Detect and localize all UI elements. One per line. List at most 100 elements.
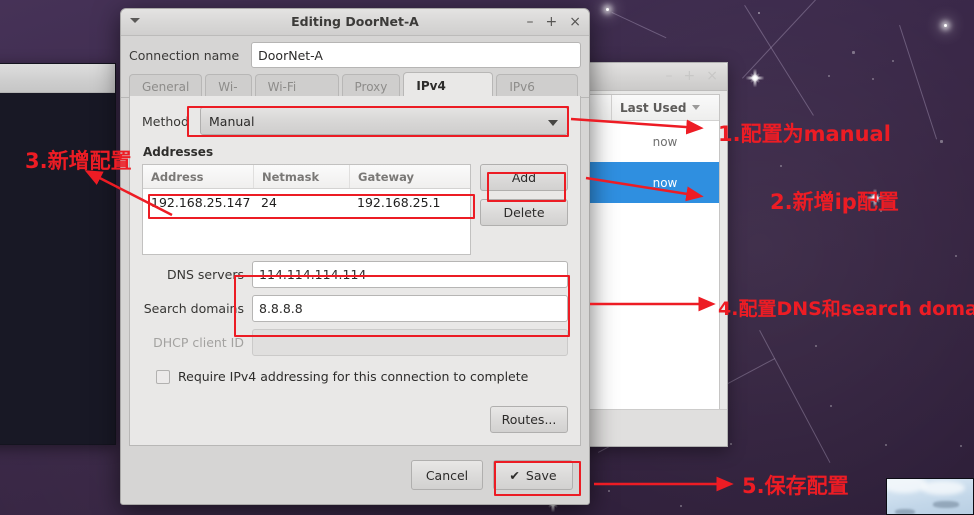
star — [880, 210, 882, 212]
terminal-line: 0 ms — [0, 336, 115, 353]
star — [608, 490, 610, 492]
close-icon[interactable]: × — [569, 14, 581, 30]
dns-servers-row: DNS servers — [142, 260, 568, 289]
nm-column-last-used-label: Last Used — [620, 100, 687, 115]
maximize-icon[interactable]: + — [684, 67, 696, 85]
constellation-line — [899, 25, 938, 140]
dhcp-client-id-input — [252, 329, 568, 356]
star — [892, 60, 894, 62]
search-domains-label: Search domains — [143, 301, 244, 316]
nm-window-buttons[interactable]: – + × — [666, 67, 718, 85]
star — [852, 51, 855, 54]
addresses-table[interactable]: Address Netmask Gateway 192.168.25.147 2… — [142, 164, 471, 255]
terminal-line: ms — [0, 183, 115, 200]
dialog-titlebar[interactable]: Editing DoorNet-A – + × — [121, 9, 589, 36]
dhcp-client-id-row: DHCP client ID — [142, 328, 568, 357]
method-row: Method Manual — [142, 106, 568, 136]
tab-ipv6-settings[interactable]: IPv6 Settings — [496, 74, 578, 118]
method-selected-value: Manual — [209, 113, 255, 129]
terminal-window[interactable]: ss ms 0 ms 0 ms ss ms 161 ms 958 ms ss 6… — [0, 63, 116, 445]
star-sparkle — [742, 65, 768, 91]
cell-netmask: 24 — [261, 194, 277, 210]
tab-proxy[interactable]: Proxy — [341, 74, 401, 98]
column-netmask[interactable]: Netmask — [253, 165, 349, 188]
page-title: Editing DoorNet-A — [291, 14, 419, 29]
routes-button[interactable]: Routes... — [490, 406, 568, 433]
column-address[interactable]: Address — [143, 165, 253, 188]
method-select[interactable]: Manual — [200, 107, 568, 135]
tab-ipv4-settings[interactable]: IPv4 Settings — [403, 72, 494, 119]
nm-item-last-used: now — [652, 175, 678, 190]
star — [815, 345, 817, 347]
star — [680, 505, 682, 507]
photo-thumbnail[interactable] — [886, 478, 974, 515]
close-icon[interactable]: × — [706, 67, 718, 85]
addresses-table-header: Address Netmask Gateway — [143, 165, 470, 189]
save-button[interactable]: ✔ Save — [493, 460, 573, 490]
star — [730, 443, 732, 445]
star — [780, 165, 782, 167]
minimize-icon[interactable]: – — [527, 14, 534, 30]
require-ipv4-row[interactable]: Require IPv4 addressing for this connect… — [142, 369, 568, 384]
terminal-line: 0 ms — [0, 387, 115, 404]
require-ipv4-checkbox[interactable] — [156, 369, 170, 384]
cell-address: 192.168.25.147 — [151, 194, 251, 210]
terminal-output[interactable]: ss ms 0 ms 0 ms ss ms 161 ms 958 ms ss 6… — [0, 93, 115, 444]
star — [940, 140, 943, 143]
window-menu-icon[interactable] — [130, 18, 140, 23]
delete-address-button[interactable]: Delete — [480, 199, 568, 226]
cell-gateway: 192.168.25.1 — [357, 194, 441, 210]
table-row[interactable]: 192.168.25.147 24 192.168.25.1 — [143, 189, 470, 215]
star — [885, 444, 887, 446]
star — [872, 78, 874, 80]
star — [828, 75, 830, 77]
tab-wifi[interactable]: Wi-Fi — [205, 74, 252, 118]
star — [758, 12, 760, 14]
save-button-label: Save — [525, 467, 557, 483]
terminal-titlebar[interactable] — [0, 64, 115, 93]
cancel-button[interactable]: Cancel — [411, 460, 483, 490]
settings-tabs[interactable]: General Wi-Fi Wi-Fi Security Proxy IPv4 … — [121, 72, 589, 119]
tab-general[interactable]: General — [129, 74, 203, 98]
bright-star — [944, 24, 947, 27]
star-sparkle — [862, 185, 888, 211]
constellation-line — [742, 0, 866, 79]
search-domains-input[interactable] — [252, 295, 568, 322]
star — [742, 300, 744, 302]
chevron-down-icon — [548, 120, 558, 126]
nm-column-last-used[interactable]: Last Used — [611, 95, 719, 120]
method-label: Method — [142, 113, 189, 129]
routes-row: Routes... — [142, 406, 568, 433]
editing-connection-dialog[interactable]: Editing DoorNet-A – + × Connection name … — [120, 8, 590, 505]
check-icon: ✔ — [509, 467, 520, 483]
dns-servers-input[interactable] — [252, 261, 568, 288]
bright-star — [606, 8, 609, 11]
addresses-section-label: Addresses — [143, 145, 214, 159]
addresses-buttons: Add Delete — [480, 164, 568, 255]
connection-name-input[interactable] — [251, 42, 581, 68]
dialog-window-buttons[interactable]: – + × — [527, 9, 581, 35]
constellation-line — [611, 12, 667, 39]
tab-wifi-security[interactable]: Wi-Fi Security — [254, 74, 339, 118]
star — [955, 255, 957, 257]
chevron-down-icon — [692, 105, 701, 110]
nm-item-last-used: now — [652, 134, 678, 149]
dialog-footer: Cancel ✔ Save — [121, 446, 589, 504]
search-domains-row: Search domains — [142, 294, 568, 323]
minimize-icon[interactable]: – — [666, 67, 673, 85]
constellation-line — [759, 330, 831, 463]
connection-name-label: Connection name — [129, 47, 240, 63]
ipv4-settings-panel: Method Manual Addresses Address Netmask … — [129, 96, 581, 446]
require-ipv4-label: Require IPv4 addressing for this connect… — [178, 369, 529, 384]
terminal-line: ss — [0, 132, 115, 149]
maximize-icon[interactable]: + — [546, 14, 558, 30]
connection-name-row: Connection name — [121, 36, 589, 72]
dhcp-client-id-label: DHCP client ID — [153, 335, 244, 350]
add-address-button[interactable]: Add — [480, 164, 568, 191]
column-gateway[interactable]: Gateway — [349, 165, 470, 188]
addresses-area: Address Netmask Gateway 192.168.25.147 2… — [142, 164, 568, 255]
constellation-line — [744, 5, 814, 116]
